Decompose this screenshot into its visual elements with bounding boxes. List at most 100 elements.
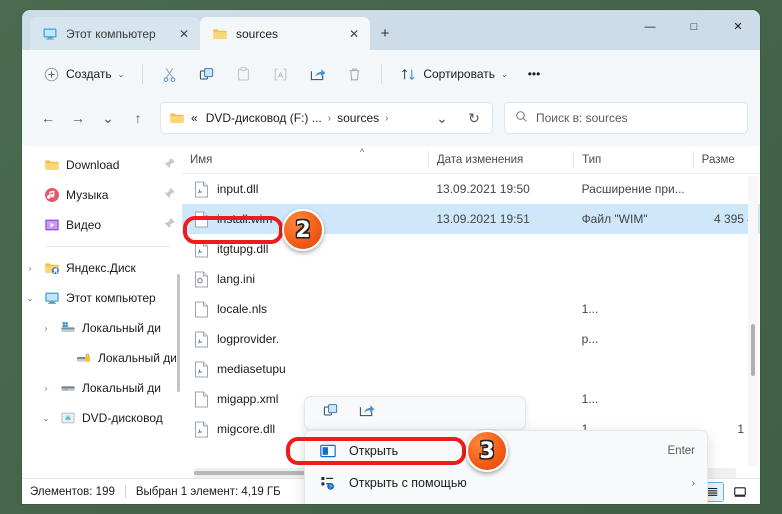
table-row[interactable]: locale.nls 1... 1 — [182, 294, 760, 324]
pin-icon[interactable] — [163, 157, 176, 173]
vertical-scrollbar[interactable] — [748, 176, 758, 466]
sidebar-item-dvd-drive[interactable]: ⌄ DVD-дисковод — [22, 403, 182, 433]
expander-icon[interactable]: › — [38, 384, 54, 393]
up-button[interactable]: ↑ — [124, 104, 152, 132]
sidebar-item-yandex-disk[interactable]: › Яндекс.Диск — [22, 253, 182, 283]
sidebar-item-local-disk-2[interactable]: Локальный ди — [22, 343, 182, 373]
file-name-label: itgtupg.dll — [217, 242, 269, 256]
column-header-type[interactable]: Тип — [573, 151, 693, 168]
expander-icon[interactable]: ⌄ — [22, 294, 38, 303]
paste-icon — [235, 66, 252, 83]
dll-icon — [194, 331, 209, 348]
scroll-thumb[interactable] — [751, 324, 755, 376]
search-icon — [515, 110, 528, 126]
breadcrumb-dvd-drive[interactable]: DVD-дисковод (F:) ... — [204, 111, 324, 125]
file-name-label: install.wim — [217, 212, 273, 226]
column-header-date[interactable]: Дата изменения — [427, 151, 573, 168]
column-header-size[interactable]: Разме — [692, 151, 760, 168]
copy-button[interactable] — [189, 58, 224, 90]
tab-sources[interactable]: sources ✕ — [200, 17, 370, 50]
table-row[interactable]: mediasetupu 8 — [182, 354, 760, 384]
sidebar-item-label: Download — [66, 158, 120, 172]
copy-icon — [198, 66, 215, 83]
svg-text:A: A — [278, 70, 284, 79]
table-row[interactable]: logprovider. р... — [182, 324, 760, 354]
expander-icon[interactable]: ⌄ — [38, 414, 54, 423]
column-header-name[interactable]: Имя — [182, 151, 428, 168]
close-icon[interactable]: ✕ — [344, 24, 364, 44]
sidebar-item-label: Видео — [66, 218, 102, 232]
sidebar-item-this-pc[interactable]: ⌄ Этот компьютер — [22, 283, 182, 313]
pin-icon[interactable] — [163, 187, 176, 203]
status-separator — [124, 485, 126, 498]
ini-icon — [194, 271, 209, 288]
chevron-right-icon: › — [691, 477, 695, 489]
share-button[interactable] — [351, 400, 381, 426]
back-button[interactable]: ← — [34, 104, 62, 132]
copy-button[interactable] — [315, 400, 345, 426]
sidebar-scrollbar[interactable] — [177, 274, 180, 392]
file-type-cell: Файл "WIM" — [581, 212, 648, 226]
sidebar-item-local-disk-1[interactable]: › Локальный ди — [22, 313, 182, 343]
music-icon — [44, 187, 60, 203]
sidebar-item-label: Яндекс.Диск — [66, 261, 136, 275]
generic-file-icon — [194, 211, 209, 228]
navigation-pane[interactable]: Download Музыка Видео › Яндекс.Диск ⌄ Эт… — [22, 146, 182, 478]
table-row-selected[interactable]: install.wim 13.09.2021 19:51 Файл "WIM" … — [182, 204, 760, 234]
drive-icon — [60, 380, 76, 396]
share-button[interactable] — [300, 58, 335, 90]
recent-locations-button[interactable]: ⌄ — [94, 104, 122, 132]
open-icon — [319, 442, 337, 460]
open-with-icon: ? — [319, 474, 337, 492]
breadcrumb[interactable]: « DVD-дисковод (F:) ... › sources › ⌄ ↻ — [160, 102, 493, 134]
sidebar-divider — [46, 246, 170, 247]
close-window-button[interactable]: ✕ — [716, 10, 760, 43]
minimize-button[interactable]: — — [628, 10, 672, 43]
window-controls: — □ ✕ — [628, 10, 760, 43]
table-row[interactable]: input.dll 13.09.2021 19:50 Расширение пр… — [182, 174, 760, 204]
file-name-label: migapp.xml — [217, 392, 279, 406]
file-name-label: mediasetupu — [217, 362, 286, 376]
forward-button[interactable]: → — [64, 104, 92, 132]
table-row[interactable]: lang.ini — [182, 264, 760, 294]
breadcrumb-sources[interactable]: sources — [335, 111, 381, 125]
sort-button[interactable]: Сортировать ⌄ — [391, 58, 516, 90]
breadcrumb-overflow[interactable]: « — [189, 111, 200, 125]
file-type-cell: 1... — [581, 302, 599, 316]
delete-button[interactable] — [337, 58, 372, 90]
cut-button[interactable] — [152, 58, 187, 90]
tab-this-pc[interactable]: Этот компьютер ✕ — [30, 17, 200, 50]
new-button[interactable]: Создать ⌄ — [34, 58, 133, 90]
maximize-button[interactable]: □ — [672, 10, 716, 43]
new-tab-button[interactable]: + — [370, 17, 400, 50]
expander-icon[interactable]: › — [38, 324, 54, 333]
close-icon[interactable]: ✕ — [174, 24, 194, 44]
menu-item-add-to-favorites[interactable]: Добавить в избранное — [305, 499, 707, 504]
rename-button[interactable]: A — [263, 58, 298, 90]
share-icon — [358, 402, 375, 424]
file-name-cell: locale.nls — [182, 301, 428, 318]
sidebar-item-music[interactable]: Музыка — [22, 180, 182, 210]
locked-drive-icon — [76, 350, 92, 366]
sidebar-item-label: Локальный ди — [82, 321, 161, 335]
search-input[interactable]: Поиск в: sources — [536, 111, 628, 125]
svg-text:?: ? — [329, 484, 332, 490]
paste-button[interactable] — [226, 58, 261, 90]
refresh-button[interactable]: ↻ — [460, 104, 488, 132]
sidebar-item-label: Локальный ди — [98, 351, 176, 365]
tab-label: Этот компьютер — [66, 26, 156, 41]
sidebar-item-video[interactable]: Видео — [22, 210, 182, 240]
preview-pane-button[interactable] — [728, 482, 752, 502]
pin-icon[interactable] — [163, 217, 176, 233]
file-name-cell: logprovider. — [182, 331, 428, 348]
annotation-badge-3: 3 — [466, 430, 508, 472]
search-box[interactable]: Поиск в: sources — [504, 102, 748, 134]
table-row[interactable]: itgtupg.dll — [182, 234, 760, 264]
sidebar-item-local-disk-3[interactable]: › Локальный ди — [22, 373, 182, 403]
sidebar-item-download[interactable]: Download — [22, 150, 182, 180]
menu-item-open-with[interactable]: ? Открыть с помощью › — [305, 467, 707, 499]
expander-icon[interactable]: › — [22, 264, 38, 273]
annotation-badge-2: 2 — [282, 209, 324, 251]
more-options-button[interactable]: ••• — [519, 58, 550, 90]
breadcrumb-dropdown-button[interactable]: ⌄ — [428, 104, 456, 132]
